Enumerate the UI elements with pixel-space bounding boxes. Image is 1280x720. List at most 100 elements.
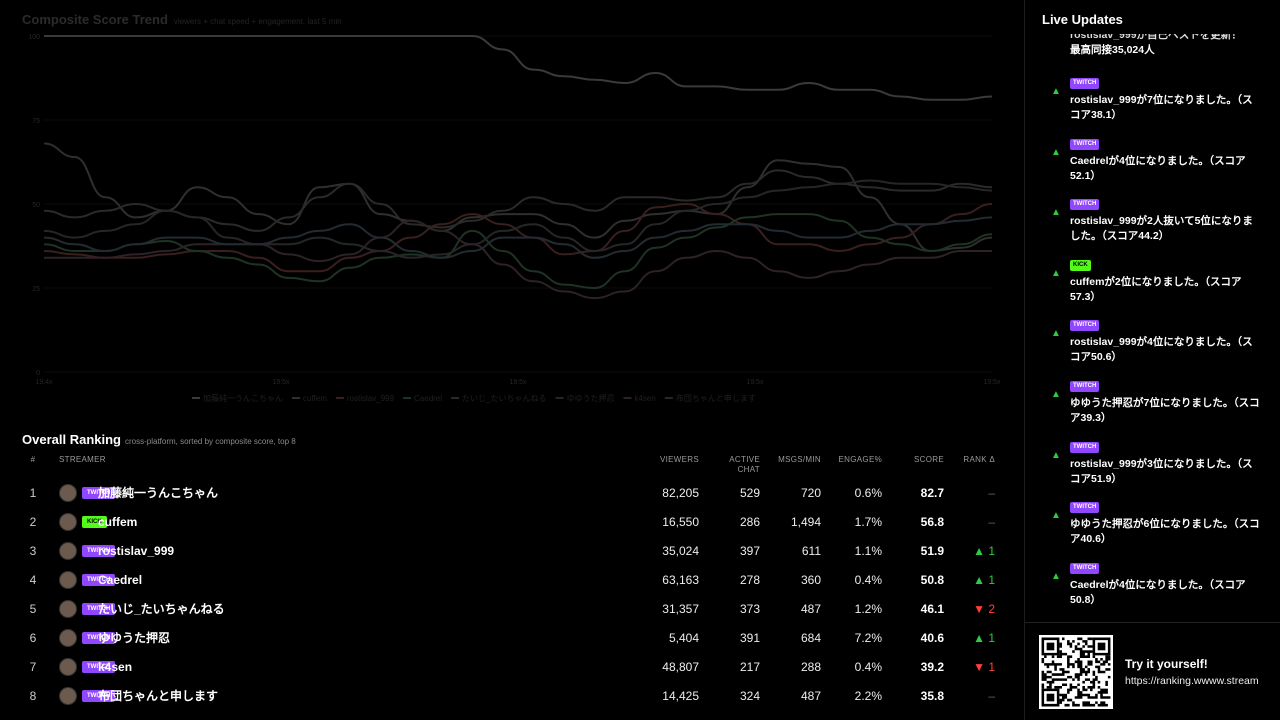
cell-msgs: 360 <box>800 573 821 587</box>
feed-item-text: rostislav_999が3位になりました。（スコア51.9） <box>1070 457 1253 485</box>
feed-item-partial-line1: rostislav_999が自己ベストを更新！ <box>1070 34 1242 41</box>
rank-delta: ▲ 1 <box>973 544 995 558</box>
rank-up-icon: ▲ <box>1051 207 1061 219</box>
platform-badge: TWITCH <box>1070 381 1100 392</box>
cell-msgs: 288 <box>800 660 821 674</box>
table-row[interactable]: 6 TWITCH ゆゆうた押忍 5,404 391 684 7.2% 40.6 ▲ 1 <box>0 624 1024 653</box>
ranking-subtitle: cross-platform, sorted by composite scor… <box>124 437 296 446</box>
streamer-name[interactable]: 加藤純一うんこちゃん <box>98 479 218 508</box>
rank-delta: – <box>988 515 995 529</box>
cell-msgs: 487 <box>800 689 821 703</box>
site-url-link[interactable]: https://ranking.wwww.stream <box>1125 675 1259 687</box>
rank-number: 3 <box>29 544 37 558</box>
legend-item[interactable]: たいじ_たいちゃんねる <box>462 394 546 403</box>
streamer-name[interactable]: Caedrel <box>98 566 142 595</box>
ranking-title-text: Overall Ranking <box>22 432 121 447</box>
cell-engage: 1.2% <box>854 602 882 616</box>
cell-engage: 0.4% <box>854 573 882 587</box>
streamer-name[interactable]: たいじ_たいちゃんねる <box>98 595 225 624</box>
platform-badge: TWITCH <box>1070 138 1100 150</box>
cell-msgs: 611 <box>801 544 821 558</box>
rank-number: 6 <box>29 631 37 645</box>
streamer-name[interactable]: cuffem <box>98 508 137 537</box>
live-feed[interactable]: rostislav_999が自己ベストを更新！ 最高同接35,024人 ▲ TWI… <box>1025 34 1280 622</box>
feed-item-text: rostislav_999が7位になりました。（スコア38.1） <box>1070 94 1253 121</box>
qr-code[interactable] <box>1039 635 1113 709</box>
cell-msgs: 684 <box>800 631 821 645</box>
feed-item-partial-line2: 最高同接35,024人 <box>1070 44 1155 56</box>
platform-badge: TWITCH <box>1070 320 1100 332</box>
cell-chat: 278 <box>739 573 760 587</box>
avatar <box>59 484 77 502</box>
live-updates-title: Live Updates <box>1042 12 1123 27</box>
col-header-rank-delta[interactable]: RANK Δ <box>950 455 995 465</box>
col-header-active-chat-line1: ACTIVE <box>729 455 760 464</box>
platform-badge: KICK <box>1070 259 1091 271</box>
table-row[interactable]: 8 TWITCH 布団ちゃんと申します 14,425 324 487 2.2% 35.8– <box>0 682 1024 711</box>
col-header-viewers[interactable]: VIEWERS <box>620 455 699 465</box>
feed-item-text: ゆゆうた押忍が7位になりました。（スコア39.3） <box>1070 397 1260 424</box>
streamer-name[interactable]: 布団ちゃんと申します <box>98 682 218 711</box>
footer: Try it yourself! https://ranking.wwww.st… <box>1025 622 1280 720</box>
legend-item[interactable]: k4sen <box>634 394 655 403</box>
cell-score: 40.6 <box>920 631 944 645</box>
legend-item[interactable]: Caedrel <box>414 394 442 403</box>
y-tick-label: 75 <box>32 118 40 125</box>
cell-chat: 286 <box>739 515 760 529</box>
cell-score: 39.2 <box>920 660 944 674</box>
platform-badge: TWITCH <box>1070 441 1100 453</box>
col-header-active-chat[interactable]: ACTIVE CHAT <box>710 455 760 475</box>
table-row[interactable]: 7 TWITCH k4sen 48,807 217 288 0.4% 39.2 ▼ 1 <box>0 653 1024 682</box>
col-header-streamer[interactable]: STREAMER <box>59 455 106 465</box>
streamer-name[interactable]: ゆゆうた押忍 <box>98 624 170 653</box>
rank-number: 1 <box>29 486 37 500</box>
rank-up-icon: ▲ <box>1051 510 1061 522</box>
col-header-score[interactable]: SCORE <box>890 455 944 465</box>
col-header-engage[interactable]: ENGAGE% <box>830 455 882 465</box>
qr-finder-center <box>1046 693 1055 702</box>
rank-up-icon: ▲ <box>1051 570 1061 582</box>
cell-viewers: 31,357 <box>662 602 699 616</box>
table-row[interactable]: 1 TWITCH 加藤純一うんこちゃん 82,205 529 720 0.6% 82.7– <box>0 479 1024 508</box>
legend-item[interactable]: 布団ちゃんと申します <box>676 393 756 403</box>
series-line-2 <box>43 142 993 253</box>
x-tick-label: 19:5x <box>983 379 1001 386</box>
rank-up-icon: ▲ <box>1051 449 1061 461</box>
table-row[interactable]: 2 KICK cuffem 16,550 286 1,494 1.7% 56.8– <box>0 508 1024 537</box>
legend-item[interactable]: 加藤純一うんこちゃん <box>203 393 283 403</box>
series-line-5 <box>43 169 993 232</box>
streamer-name[interactable]: k4sen <box>98 653 132 682</box>
platform-badge: TWITCH <box>1070 78 1100 89</box>
y-tick-label: 25 <box>32 286 40 293</box>
rank-delta: ▲ 1 <box>973 573 995 587</box>
feed-item-text: Caedrelが4位になりました。（スコア50.8） <box>1070 578 1246 606</box>
cell-viewers: 35,024 <box>662 544 699 558</box>
feed-item-text: rostislav_999が4位になりました。（スコア50.6） <box>1070 336 1253 364</box>
y-tick-label: 50 <box>32 202 40 209</box>
legend-item[interactable]: rostislav_999 <box>347 394 395 403</box>
cell-engage: 1.1% <box>854 544 882 558</box>
series-line-7 <box>44 219 992 300</box>
cell-chat: 529 <box>739 486 760 500</box>
cell-engage: 0.6% <box>854 486 882 500</box>
legend-item[interactable]: cuffem <box>303 394 327 403</box>
streamer-name[interactable]: rostislav_999 <box>98 537 174 566</box>
x-tick-label: 19:5x <box>272 379 290 386</box>
main-panel: Composite Score Trend viewers + chat spee… <box>0 0 1024 720</box>
table-row[interactable]: 3 TWITCH rostislav_999 35,024 397 611 1.1% 51.9… <box>0 537 1024 566</box>
feed-item-partial: rostislav_999が自己ベストを更新！ 最高同接35,024人 <box>1070 34 1260 58</box>
cell-viewers: 5,404 <box>668 631 699 645</box>
rank-up-icon: ▲ <box>1051 86 1061 97</box>
col-header-active-chat-line2: CHAT <box>737 465 760 474</box>
col-header-msgs[interactable]: MSGS/MIN <box>770 455 821 465</box>
platform-badge: TWITCH <box>1070 199 1100 211</box>
ranking-title: Overall Ranking cross-platform, sorted by… <box>22 432 296 447</box>
rank-number: 7 <box>29 660 37 674</box>
table-row[interactable]: 5 TWITCH たいじ_たいちゃんねる 31,357 373 487 1.2% 46.1 ▼ … <box>0 595 1024 624</box>
table-row[interactable]: 4 TWITCH Caedrel 63,163 278 360 0.4% 50.8 ▲ 1 <box>0 566 1024 595</box>
rank-delta: ▼ 1 <box>973 660 995 674</box>
legend-item[interactable]: ゆゆうた押忍 <box>566 393 614 403</box>
cell-msgs: 487 <box>800 602 821 616</box>
rank-number: 4 <box>29 573 37 587</box>
feed-item-text: cuffemが2位になりました。（スコア57.3） <box>1070 275 1242 303</box>
